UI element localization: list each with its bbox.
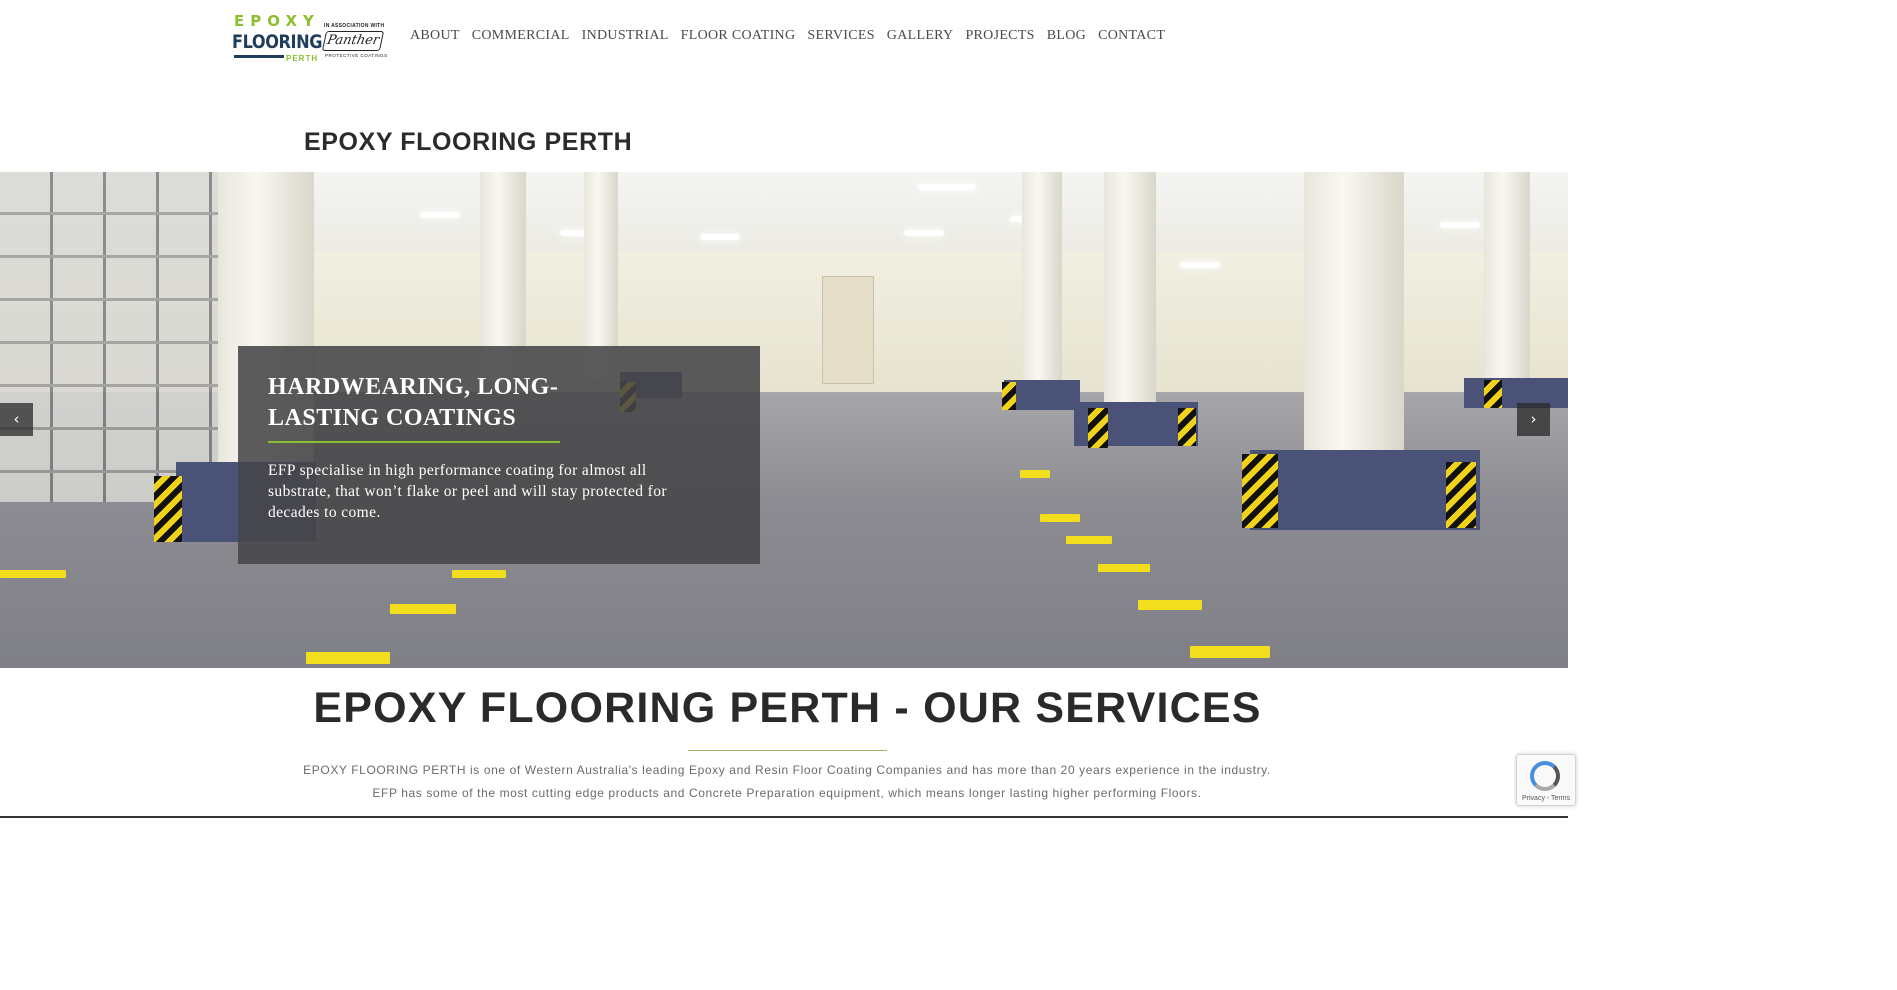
logo-association-text: IN ASSOCIATION WITH xyxy=(324,23,385,29)
hero-image-hazard-stripe xyxy=(1242,454,1278,528)
hero-image-light xyxy=(918,184,976,190)
services-intro-line-1: EPOXY FLOORING PERTH is one of Western A… xyxy=(303,763,1271,777)
services-heading: EPOXY FLOORING PERTH - OUR SERVICES xyxy=(313,684,1262,732)
partner-logo-subtitle: PROTECTIVE COATINGS xyxy=(325,53,388,58)
slider-next-button[interactable]: › xyxy=(1517,403,1550,436)
hero-image-floor-marking xyxy=(0,570,66,578)
hero-image-pillar xyxy=(1022,172,1062,380)
services-divider xyxy=(688,750,887,751)
slider-prev-button[interactable]: ‹ xyxy=(0,403,33,436)
hero-image-pillar xyxy=(1484,172,1530,382)
hero-image-hazard-stripe xyxy=(1446,462,1476,528)
hero-image-floor-marking xyxy=(1190,646,1270,658)
recaptcha-badge[interactable]: Privacy - Terms xyxy=(1516,754,1576,806)
services-intro-line-2: EFP has some of the most cutting edge pr… xyxy=(372,786,1202,800)
nav-item-commercial[interactable]: COMMERCIAL xyxy=(472,28,570,44)
chevron-right-icon: › xyxy=(1530,410,1537,428)
hero-image-hazard-stripe xyxy=(1002,382,1016,410)
nav-item-projects[interactable]: PROJECTS xyxy=(965,28,1034,44)
site-logo[interactable]: EPOXY FLOORING PERTH IN ASSOCIATION WITH… xyxy=(232,12,387,66)
hero-image-floor-marking xyxy=(306,652,390,664)
hero-image-floor-marking xyxy=(1040,514,1080,522)
hero-caption-text: EFP specialise in high performance coati… xyxy=(268,462,667,521)
page-title: EPOXY FLOORING PERTH xyxy=(304,128,633,156)
hero-image-floor-marking xyxy=(1138,600,1202,610)
hero-image-hazard-stripe xyxy=(1088,408,1108,448)
hero-caption-divider xyxy=(268,441,560,443)
hero-image-floor-marking xyxy=(1020,470,1050,478)
nav-item-contact[interactable]: CONTACT xyxy=(1098,28,1165,44)
hero-image-floor-marking xyxy=(1098,564,1150,572)
hero-image-floor-marking xyxy=(390,604,456,614)
hero-image-light xyxy=(420,212,460,218)
hero-image-light xyxy=(700,234,740,240)
logo-word-flooring: FLOORING xyxy=(232,31,323,53)
hero-image-light xyxy=(1440,222,1480,228)
hero-caption-title: HARDWEARING, LONG-LASTING COATINGS xyxy=(268,374,559,431)
hero-image-floor-marking xyxy=(452,570,506,578)
nav-item-floor-coating[interactable]: FLOOR COATING xyxy=(681,28,796,44)
hero-image-hazard-stripe xyxy=(1484,380,1502,408)
nav-item-industrial[interactable]: INDUSTRIAL xyxy=(582,28,669,44)
chevron-left-icon: ‹ xyxy=(13,410,20,428)
nav-item-about[interactable]: ABOUT xyxy=(410,28,460,44)
nav-item-blog[interactable]: BLOG xyxy=(1047,28,1086,44)
hero-image-pillar xyxy=(1104,172,1156,406)
hero-image-light xyxy=(904,230,944,236)
logo-word-perth: PERTH xyxy=(284,54,319,63)
recaptcha-icon xyxy=(1530,761,1560,791)
site-header: EPOXY FLOORING PERTH IN ASSOCIATION WITH… xyxy=(0,0,1568,78)
partner-logo: Panther xyxy=(321,31,385,51)
hero-image-hazard-stripe xyxy=(154,476,182,542)
hero-image-pillar xyxy=(1304,172,1404,462)
nav-item-services[interactable]: SERVICES xyxy=(807,28,874,44)
hero-image-floor-marking xyxy=(1066,536,1112,544)
hero-slider: HARDWEARING, LONG-LASTING COATINGS EFP s… xyxy=(0,172,1568,668)
hero-image-light xyxy=(1180,262,1220,268)
hero-image-pillar-base xyxy=(1464,378,1568,408)
hero-image-door xyxy=(822,276,874,384)
hero-image-hazard-stripe xyxy=(1178,408,1196,446)
hero-image-shelving xyxy=(0,172,220,502)
main-nav: ABOUT COMMERCIAL INDUSTRIAL FLOOR COATIN… xyxy=(404,28,1171,44)
recaptcha-links[interactable]: Privacy - Terms xyxy=(1522,795,1570,802)
bottom-divider xyxy=(0,816,1568,818)
nav-item-gallery[interactable]: GALLERY xyxy=(887,28,954,44)
logo-word-epoxy: EPOXY xyxy=(234,12,320,30)
hero-caption: HARDWEARING, LONG-LASTING COATINGS EFP s… xyxy=(238,346,760,564)
